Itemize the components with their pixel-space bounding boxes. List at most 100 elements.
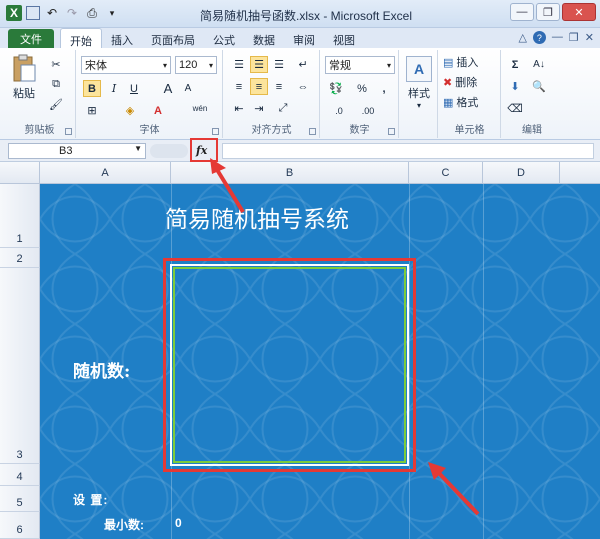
copy-icon[interactable]: ⧉	[48, 76, 64, 92]
restore-icon[interactable]: ❐	[536, 3, 560, 21]
min-number-value[interactable]: 0	[175, 516, 182, 530]
chevron-down-icon: ▾	[162, 60, 167, 70]
align-bottom-icon[interactable]: ☰	[270, 56, 288, 73]
undo-icon[interactable]: ↶	[44, 5, 60, 21]
currency-icon[interactable]: 💱	[327, 80, 345, 97]
column-header-b[interactable]: B	[171, 162, 409, 184]
row-header-4[interactable]: 4	[0, 464, 40, 486]
font-size-select[interactable]: 120 ▾	[175, 56, 217, 74]
insert-cells-button[interactable]: ▤ 插入	[443, 54, 499, 70]
insert-function-button[interactable]: fx	[196, 144, 207, 157]
tab-page-layout[interactable]: 页面布局	[142, 28, 204, 48]
format-cells-label: 格式	[456, 97, 479, 109]
clipboard-launcher-icon[interactable]	[65, 128, 72, 135]
decrease-indent-icon[interactable]: ⇤	[230, 100, 248, 117]
minimize-icon[interactable]: —	[510, 3, 534, 21]
print-preview-icon[interactable]: ⎙	[84, 5, 100, 21]
styles-button[interactable]: 样式	[402, 86, 436, 100]
save-icon[interactable]	[26, 6, 40, 20]
number-format-select[interactable]: 常规 ▾	[325, 56, 395, 74]
workbook-close-icon[interactable]: ✕	[585, 31, 594, 44]
merge-center-icon[interactable]: ⇔	[294, 78, 312, 95]
system-title: 简易随机抽号系统	[165, 207, 349, 233]
shrink-font-button[interactable]: A	[179, 80, 197, 97]
tab-review[interactable]: 审阅	[284, 28, 324, 48]
bold-button[interactable]: B	[83, 80, 101, 97]
workbook-minimize-icon[interactable]: —	[552, 31, 563, 44]
formula-input[interactable]	[222, 143, 594, 159]
fill-icon[interactable]: ⬇	[506, 78, 524, 95]
paste-icon[interactable]	[10, 52, 38, 84]
format-cells-button[interactable]: ▦ 格式	[443, 94, 499, 110]
fill-color-icon[interactable]: ◈	[121, 102, 139, 119]
phonetic-guide-button[interactable]: wén	[189, 100, 211, 117]
increase-indent-icon[interactable]: ⇥	[250, 100, 268, 117]
percent-button[interactable]: %	[353, 80, 371, 97]
close-icon[interactable]: ✕	[562, 3, 596, 21]
delete-cells-icon: ✖	[443, 76, 453, 89]
select-all-corner[interactable]	[0, 162, 40, 184]
decrease-decimal-button[interactable]: .00	[355, 102, 381, 119]
borders-icon[interactable]: ⊞	[83, 102, 101, 119]
tab-formulas[interactable]: 公式	[204, 28, 244, 48]
random-number-cell[interactable]	[170, 264, 409, 466]
italic-button[interactable]: I	[105, 80, 123, 97]
align-left-icon[interactable]: ≡	[230, 78, 248, 95]
column-header-d[interactable]: D	[483, 162, 560, 184]
wrap-text-icon[interactable]: ↵	[294, 56, 312, 73]
tab-file[interactable]: 文件	[8, 29, 54, 48]
alignment-launcher-icon[interactable]	[309, 128, 316, 135]
workbook-restore-icon[interactable]: ❐	[569, 31, 579, 44]
editing-group: Σ A↓ ⬇ 🔍 ⌫ 编辑	[502, 50, 562, 138]
help-icon[interactable]: ?	[532, 31, 546, 44]
row-header-1[interactable]: 1	[0, 184, 40, 248]
align-top-icon[interactable]: ☰	[230, 56, 248, 73]
sort-filter-icon[interactable]: A↓	[530, 56, 548, 73]
column-divider	[483, 184, 484, 539]
find-select-icon[interactable]: 🔍	[530, 78, 548, 95]
excel-logo-icon[interactable]: X	[6, 5, 22, 21]
grow-font-button[interactable]: A	[159, 80, 177, 97]
font-group: 宋体 ▾ 120 ▾ B I U A A ⊞ ◈ A wén 字体	[77, 50, 223, 138]
row-header-5[interactable]: 5	[0, 486, 40, 512]
minimize-ribbon-icon[interactable]: △	[518, 31, 526, 44]
font-launcher-icon[interactable]	[212, 128, 219, 135]
row-header-3[interactable]: 3	[0, 268, 40, 464]
tab-view[interactable]: 视图	[324, 28, 364, 48]
font-size-value: 120	[179, 59, 198, 71]
styles-group: A 样式 ▾	[400, 50, 438, 138]
align-middle-icon[interactable]: ☰	[250, 56, 268, 73]
align-center-icon[interactable]: ≡	[250, 78, 268, 95]
tab-data[interactable]: 数据	[244, 28, 284, 48]
orientation-icon[interactable]: ⤢	[274, 100, 292, 117]
align-right-icon[interactable]: ≡	[270, 78, 288, 95]
tab-home[interactable]: 开始	[60, 28, 102, 48]
customize-qat-icon[interactable]: ▾	[104, 5, 120, 21]
delete-cells-button[interactable]: ✖ 删除	[443, 74, 499, 90]
quick-access-toolbar: X ↶ ↷ ⎙ ▾	[6, 5, 120, 21]
column-header-c[interactable]: C	[409, 162, 483, 184]
font-name-value: 宋体	[85, 60, 107, 72]
comma-style-button[interactable]: ,	[375, 80, 393, 97]
clear-icon[interactable]: ⌫	[506, 100, 524, 117]
editing-label: 编辑	[522, 125, 542, 136]
cut-icon[interactable]: ✂	[48, 56, 64, 72]
min-number-label: 最小数:	[104, 518, 144, 532]
underline-button[interactable]: U	[125, 80, 143, 97]
styles-icon[interactable]: A	[406, 56, 432, 82]
increase-decimal-button[interactable]: .0	[327, 102, 351, 119]
font-color-icon[interactable]: A	[149, 102, 167, 119]
number-launcher-icon[interactable]	[388, 128, 395, 135]
autosum-button[interactable]: Σ	[506, 56, 524, 73]
paste-button[interactable]: 粘贴	[8, 86, 40, 100]
font-name-select[interactable]: 宋体 ▾	[81, 56, 171, 74]
clipboard-group: 粘贴 ✂ ⧉ 🖌 剪贴板	[4, 50, 76, 138]
tab-insert[interactable]: 插入	[102, 28, 142, 48]
row-header-6[interactable]: 6	[0, 512, 40, 539]
row-header-2[interactable]: 2	[0, 248, 40, 268]
name-box[interactable]: B3 ▼	[8, 143, 146, 159]
redo-icon[interactable]: ↷	[64, 5, 80, 21]
alignment-label: 对齐方式	[251, 125, 292, 136]
format-painter-icon[interactable]: 🖌	[48, 96, 64, 112]
column-header-a[interactable]: A	[40, 162, 171, 184]
